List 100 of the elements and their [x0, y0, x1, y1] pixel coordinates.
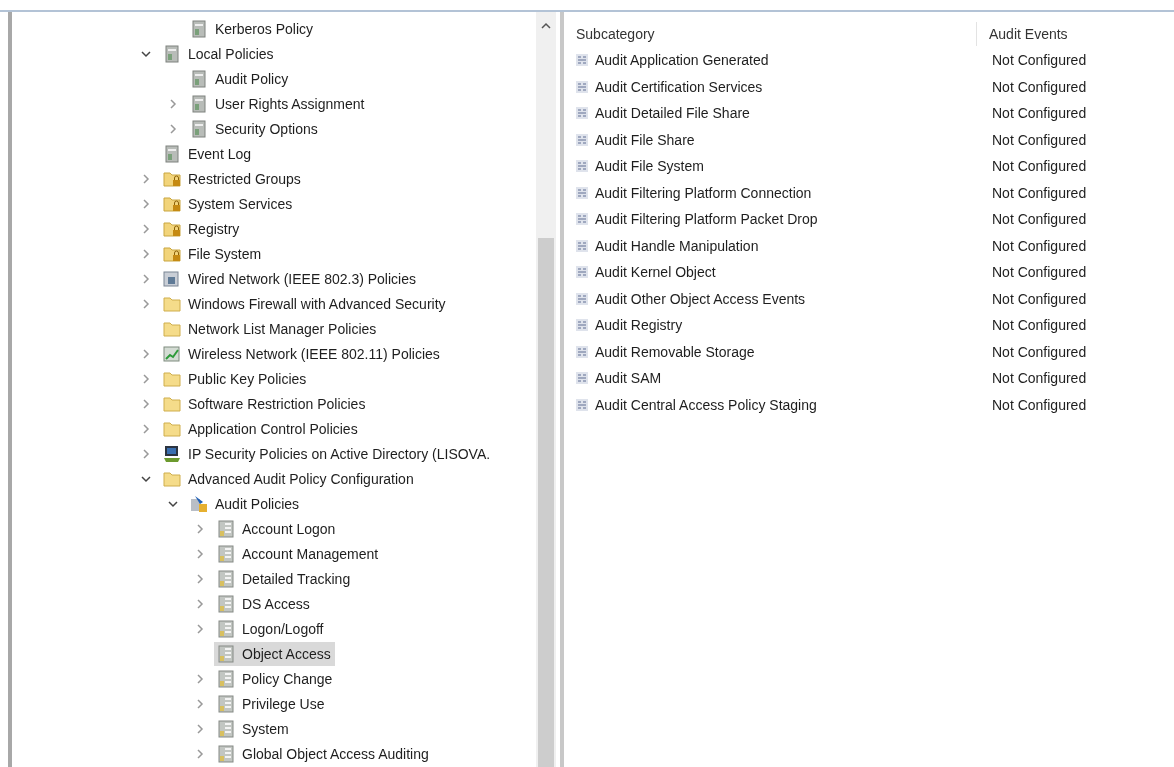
subcategory-icon — [574, 158, 590, 175]
expand-chevron-icon[interactable] — [194, 523, 206, 536]
expand-chevron-icon[interactable] — [140, 272, 152, 285]
scroll-up-icon[interactable] — [541, 22, 551, 30]
tree-item[interactable]: Object Access — [214, 642, 335, 667]
subcategory-cell[interactable]: Audit Registry — [564, 317, 974, 334]
expand-chevron-icon[interactable] — [140, 172, 152, 185]
tree-item[interactable]: Global Object Access Auditing — [214, 742, 433, 767]
table-cell-text: Not Configured — [991, 158, 1087, 175]
table-cell-text: Not Configured — [991, 343, 1087, 360]
tree-item[interactable]: Account Management — [214, 542, 383, 567]
tree-item[interactable]: File System — [160, 241, 266, 266]
expand-chevron-icon[interactable] — [194, 623, 206, 636]
expand-chevron-icon[interactable] — [194, 723, 206, 736]
tree-item[interactable]: Kerberos Policy — [187, 16, 318, 41]
subcategory-cell[interactable]: Audit Certification Services — [564, 78, 974, 95]
tree-item[interactable]: Account Logon — [214, 517, 340, 542]
tree-item[interactable]: Software Restriction Policies — [160, 392, 370, 416]
expand-chevron-icon[interactable] — [140, 398, 152, 410]
subcategory-icon — [574, 264, 590, 281]
computer-icon — [162, 444, 182, 465]
tree-item[interactable]: Registry — [160, 216, 244, 241]
expand-chevron-icon[interactable] — [167, 97, 179, 110]
tree-item[interactable]: System — [214, 717, 293, 742]
tree-item[interactable]: IP Security Policies on Active Directory (LISOVA. — [160, 442, 495, 467]
expand-chevron-icon[interactable] — [194, 598, 206, 611]
tree-item[interactable]: Logon/Logoff — [214, 617, 328, 642]
tree-item[interactable]: Privilege Use — [214, 692, 329, 717]
policy-icon — [189, 68, 209, 89]
tree-item[interactable]: Audit Policy — [187, 66, 293, 91]
folder-icon — [162, 419, 182, 439]
table-cell-text: Not Configured — [991, 52, 1087, 69]
expand-chevron-icon[interactable] — [140, 247, 152, 260]
tree-item[interactable]: Policy Change — [214, 667, 337, 692]
subcategory-icon — [574, 52, 590, 69]
expand-chevron-icon[interactable] — [140, 197, 152, 210]
subcategory-icon — [574, 78, 590, 95]
subcategory-cell[interactable]: Audit Kernel Object — [564, 264, 974, 281]
category-icon — [216, 619, 236, 640]
scrollbar-thumb[interactable] — [538, 238, 554, 767]
policy-icon — [189, 18, 209, 39]
subcategory-icon — [574, 343, 590, 360]
tree-item[interactable]: Wired Network (IEEE 802.3) Policies — [160, 266, 420, 291]
policy-icon — [189, 118, 209, 139]
policy-icon — [189, 93, 209, 114]
subcategory-cell[interactable]: Audit Detailed File Share — [564, 105, 974, 122]
expand-chevron-icon[interactable] — [140, 423, 152, 435]
category-icon — [216, 669, 236, 690]
subcategory-cell[interactable]: Audit Central Access Policy Staging — [564, 396, 974, 413]
table-cell-text: Not Configured — [991, 370, 1087, 387]
table-cell-text: Not Configured — [991, 290, 1087, 307]
category-icon — [216, 644, 236, 665]
subcategory-cell[interactable]: Audit Handle Manipulation — [564, 237, 974, 254]
expand-chevron-icon[interactable] — [140, 372, 152, 385]
category-icon — [216, 594, 236, 615]
subcategory-icon — [574, 370, 590, 387]
tree-item[interactable]: Public Key Policies — [160, 366, 311, 391]
scrollbar[interactable] — [536, 12, 556, 767]
column-header[interactable]: Audit Events — [977, 26, 1174, 42]
tree-item[interactable]: Event Log — [160, 141, 256, 166]
audit-icon — [189, 494, 209, 515]
tree-item[interactable]: Advanced Audit Policy Configuration — [160, 467, 418, 492]
expand-chevron-icon[interactable] — [194, 548, 206, 561]
tree-item[interactable]: Audit Policies — [187, 492, 304, 517]
subcategory-cell[interactable]: Audit Removable Storage — [564, 343, 974, 360]
tree-item[interactable]: Wireless Network (IEEE 802.11) Policies — [160, 341, 444, 366]
expand-chevron-icon[interactable] — [194, 573, 206, 586]
subcategory-cell[interactable]: Audit SAM — [564, 370, 974, 387]
subcategory-icon — [574, 317, 590, 334]
subcategory-cell[interactable]: Audit Application Generated — [564, 52, 974, 69]
tree-item[interactable]: User Rights Assignment — [187, 91, 369, 116]
expand-chevron-icon[interactable] — [140, 448, 152, 461]
tree-item[interactable]: Local Policies — [160, 41, 278, 66]
tree-item[interactable]: Application Control Policies — [160, 417, 362, 441]
tree-item[interactable]: DS Access — [214, 592, 314, 617]
expand-chevron-icon[interactable] — [194, 748, 206, 761]
column-header[interactable]: Subcategory — [564, 26, 976, 42]
tree-item[interactable]: Security Options — [187, 116, 322, 141]
tree-item[interactable]: Network List Manager Policies — [160, 316, 381, 341]
table-cell-text: Not Configured — [991, 317, 1087, 334]
expand-chevron-icon[interactable] — [167, 122, 179, 135]
subcategory-cell[interactable]: Audit Filtering Platform Connection — [564, 184, 974, 201]
tree-item[interactable]: System Services — [160, 191, 297, 216]
table-cell-text: Not Configured — [991, 105, 1087, 122]
tree-item[interactable]: Restricted Groups — [160, 166, 305, 191]
subcategory-cell[interactable]: Audit Filtering Platform Packet Drop — [564, 211, 974, 228]
tree-item[interactable]: Detailed Tracking — [214, 567, 355, 592]
category-icon — [216, 744, 236, 765]
expand-chevron-icon[interactable] — [140, 297, 152, 310]
expand-chevron-icon[interactable] — [140, 222, 152, 235]
subcategory-cell[interactable]: Audit File Share — [564, 131, 974, 148]
subcategory-cell[interactable]: Audit File System — [564, 158, 974, 175]
subcategory-cell[interactable]: Audit Other Object Access Events — [564, 290, 974, 307]
expand-chevron-icon[interactable] — [194, 698, 206, 711]
expand-chevron-icon[interactable] — [140, 347, 152, 360]
subcategory-icon — [574, 131, 590, 148]
tree-item[interactable]: Windows Firewall with Advanced Security — [160, 291, 450, 316]
table-cell-text: Not Configured — [991, 184, 1087, 201]
expand-chevron-icon[interactable] — [194, 673, 206, 686]
table-cell-text: Not Configured — [991, 78, 1087, 95]
